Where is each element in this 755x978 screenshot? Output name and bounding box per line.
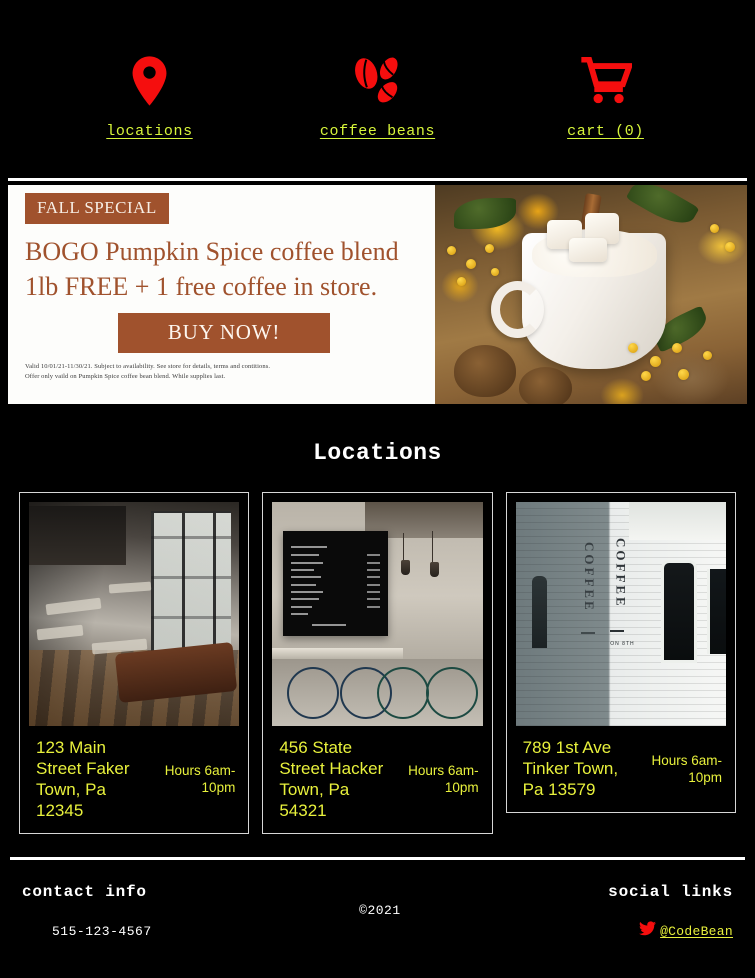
bicycle-wheel: [287, 667, 340, 720]
wall-sign: COFFEE: [613, 537, 629, 609]
berry: [709, 224, 719, 234]
map-pin-icon: [131, 55, 168, 107]
berry: [725, 241, 736, 252]
decor-leaf: [453, 198, 517, 229]
window: [151, 510, 231, 659]
berry: [484, 244, 494, 254]
decor-leaf: [625, 185, 700, 234]
table: [36, 625, 85, 642]
cafe-interior-photo: [29, 502, 240, 726]
ceiling-beams: [29, 506, 126, 565]
location-details: 789 1st Ave Tinker Town, Pa 13579 Hours …: [516, 726, 726, 812]
menu-board: [282, 531, 388, 637]
promo-banner-image: [435, 185, 747, 404]
promo-headline: BOGO Pumpkin Spice coffee blend 1lb FREE…: [25, 237, 399, 301]
twitter-handle: @CodeBean: [660, 923, 733, 939]
promo-fineprint: Valid 10/01/21-11/30/21. Subject to avai…: [25, 362, 423, 381]
page-title: Locations: [313, 440, 442, 466]
promo-banner: FALL SPECIAL BOGO Pumpkin Spice coffee b…: [8, 185, 747, 404]
wall-sign-subtext: ON 8TH: [610, 640, 635, 647]
nav-item-coffee-beans[interactable]: coffee beans: [303, 55, 453, 140]
marshmallow: [569, 237, 607, 262]
location-card[interactable]: 456 State Street Hacker Town, Pa 54321 H…: [262, 492, 493, 834]
location-details: 456 State Street Hacker Town, Pa 54321 H…: [272, 726, 482, 833]
window: [532, 575, 548, 648]
copyright-text: ©2021: [359, 903, 401, 918]
berry: [491, 268, 500, 277]
phone-number-link[interactable]: 515-123-4567: [22, 924, 152, 939]
header-divider: [8, 178, 747, 181]
location-address: 123 Main Street Faker Town, Pa 12345: [36, 738, 130, 820]
berry: [640, 371, 651, 382]
main-navigation: locations coffee beans cart (0): [0, 0, 755, 178]
status-badge: FALL SPECIAL: [25, 193, 169, 224]
nav-label-cart: cart (0): [567, 123, 644, 140]
berry: [466, 259, 477, 270]
coffee-brick-wall-photo: COFFEE COFFEE ON 8TH: [515, 502, 726, 726]
location-hours: Hours 6am-10pm: [651, 752, 722, 785]
berry: [650, 355, 662, 367]
location-card[interactable]: 123 Main Street Faker Town, Pa 12345 Hou…: [19, 492, 250, 834]
location-hours: Hours 6am-10pm: [408, 763, 479, 795]
twitter-link[interactable]: @CodeBean: [639, 921, 733, 941]
contact-info-column: contact info 515-123-4567: [22, 883, 152, 941]
location-card[interactable]: COFFEE COFFEE ON 8TH 789 1st Ave Tinker …: [505, 492, 736, 813]
coffee-beans-icon: [350, 55, 405, 107]
social-links-column: social links @CodeBean: [608, 883, 733, 941]
shopping-cart-icon: [580, 55, 632, 107]
location-hours: Hours 6am-10pm: [164, 763, 236, 795]
social-links-heading: social links: [608, 883, 733, 901]
promo-banner-content: FALL SPECIAL BOGO Pumpkin Spice coffee b…: [8, 185, 435, 404]
buy-now-button[interactable]: BUY NOW!: [118, 313, 330, 353]
pinecone: [519, 366, 573, 404]
berry: [672, 342, 683, 353]
table: [108, 581, 152, 594]
latte-photo: [435, 185, 747, 404]
pinecone: [453, 344, 517, 398]
locations-section: Locations 123 Main Street Faker Town, Pa…: [0, 404, 755, 834]
page-footer: contact info 515-123-4567 ©2021 social l…: [0, 860, 755, 941]
nav-label-locations: locations: [106, 123, 193, 140]
nav-label-coffee-beans: coffee beans: [319, 123, 436, 140]
doorway: [660, 560, 697, 664]
berry: [678, 368, 690, 380]
table: [45, 597, 101, 616]
wall-sign-shadow: COFFEE: [581, 542, 597, 614]
fineprint-line-1: Valid 10/01/21-11/30/21. Subject to avai…: [25, 363, 271, 370]
fineprint-line-2: Offer only vaild on Pumpkin Spice coffee…: [25, 372, 226, 380]
location-cards: 123 Main Street Faker Town, Pa 12345 Hou…: [0, 466, 755, 834]
nav-item-cart[interactable]: cart (0): [531, 55, 681, 140]
copyright-column: ©2021: [359, 883, 401, 941]
menu-board-bikes-photo: [272, 502, 483, 726]
sky: [629, 502, 726, 541]
location-details: 123 Main Street Faker Town, Pa 12345 Hou…: [29, 726, 239, 833]
pendant-lamp: [400, 560, 410, 576]
berry: [703, 351, 713, 361]
pendant-lamp: [430, 562, 440, 578]
bicycle-wheel: [425, 667, 478, 720]
berry: [456, 276, 466, 286]
location-address: 456 State Street Hacker Town, Pa 54321: [279, 738, 384, 820]
twitter-icon: [639, 921, 657, 941]
berry: [447, 246, 457, 256]
contact-info-heading: contact info: [22, 883, 147, 901]
nav-item-locations[interactable]: locations: [75, 55, 225, 140]
window: [707, 569, 726, 655]
location-address: 789 1st Ave Tinker Town, Pa 13579: [522, 738, 619, 799]
